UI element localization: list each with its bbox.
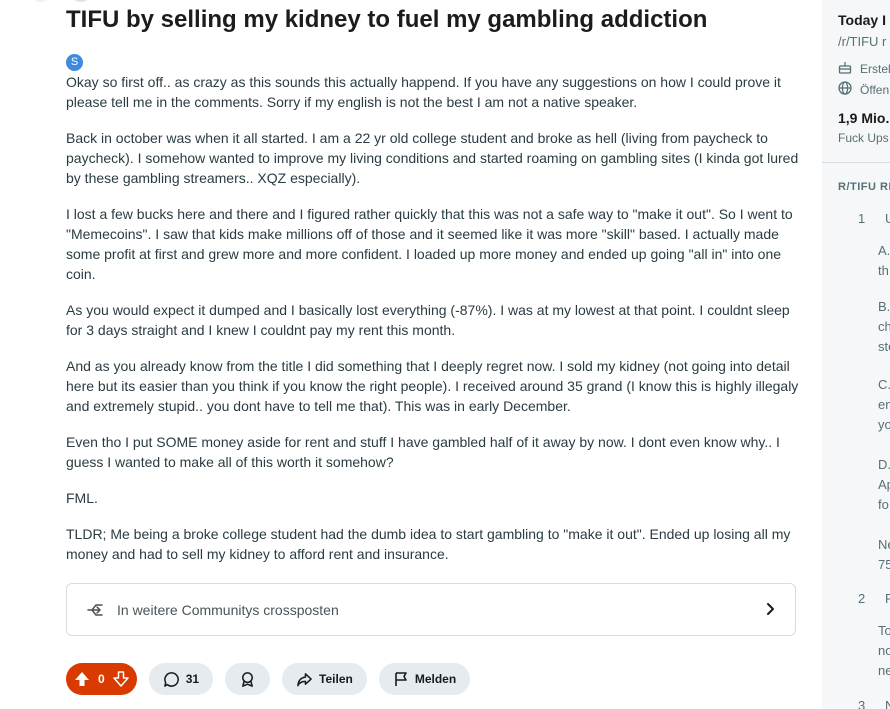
chevron-right-icon: [765, 601, 775, 622]
crosspost-label: In weitere Communitys crossposten: [117, 601, 339, 618]
rule-text: B.: [878, 299, 890, 314]
crosspost-button[interactable]: In weitere Communitys crossposten: [66, 583, 796, 636]
rule-text: Ap: [878, 477, 890, 492]
created-date: Erstel: [860, 61, 890, 76]
comment-count: 31: [185, 672, 200, 686]
flag-icon: [393, 671, 409, 687]
share-icon: [296, 671, 313, 688]
rule-text: fo: [878, 497, 889, 512]
rule-text: ne: [878, 663, 890, 678]
vote-control: 0: [66, 663, 137, 695]
user-flair-badge[interactable]: S: [66, 54, 83, 71]
rule-number: 1: [858, 211, 866, 226]
rule-text: ste: [878, 339, 890, 354]
post-paragraph: And as you already know from the title I…: [66, 358, 799, 414]
upvote-icon[interactable]: [74, 671, 90, 687]
rule-text: en: [878, 397, 890, 412]
post-paragraph: Back in october was when it all started.…: [66, 130, 799, 186]
rule-text: ch: [878, 319, 890, 334]
member-label: Fuck Ups: [838, 131, 889, 145]
globe-icon: [838, 81, 852, 98]
post-title: TIFU by selling my kidney to fuel my gam…: [66, 6, 708, 33]
rule-title[interactable]: U: [885, 211, 890, 226]
comments-button[interactable]: 31: [148, 663, 214, 695]
rule-title[interactable]: N: [885, 698, 890, 709]
report-label: Melden: [414, 672, 457, 686]
rule-number: 3: [858, 698, 866, 709]
community-sidebar: Today I /r/TIFU r Erstel Öffen 1,9 Mio. …: [822, 0, 890, 709]
post-paragraph: FML.: [66, 490, 98, 506]
share-label: Teilen: [319, 672, 353, 686]
post-paragraph: TLDR; Me being a broke college student h…: [66, 526, 791, 562]
post-paragraph: As you would expect it dumped and I basi…: [66, 302, 790, 338]
member-count: 1,9 Mio.: [838, 110, 890, 126]
rules-heading: R/TIFU RE: [838, 181, 890, 193]
rule-number: 2: [858, 591, 866, 606]
rule-text: yo: [878, 417, 890, 432]
rule-text: no: [878, 643, 890, 658]
report-button[interactable]: Melden: [378, 663, 471, 695]
visibility-row: Öffen: [838, 81, 889, 98]
cake-icon: [838, 60, 852, 77]
rule-text: Ne: [878, 537, 890, 552]
post-actions: 0 31 Teilen Melden: [66, 663, 471, 695]
downvote-icon[interactable]: [112, 671, 129, 687]
post-paragraph: Okay so first off.. as crazy as this sou…: [66, 74, 781, 110]
comment-icon: [163, 671, 180, 688]
community-description: /r/TIFU r: [838, 34, 887, 49]
award-button[interactable]: [225, 663, 271, 695]
post-paragraph: I lost a few bucks here and there and I …: [66, 206, 793, 282]
rule-title[interactable]: F: [885, 591, 890, 606]
crosspost-icon: [85, 599, 107, 621]
post-main: TIFU by selling my kidney to fuel my gam…: [0, 0, 822, 709]
rule-text: 75: [878, 557, 890, 572]
share-button[interactable]: Teilen: [282, 663, 367, 695]
created-row: Erstel: [838, 60, 890, 77]
award-icon: [239, 671, 256, 688]
post-paragraph: Even tho I put SOME money aside for rent…: [66, 434, 780, 470]
vote-count: 0: [98, 672, 105, 686]
avatar[interactable]: [30, 0, 52, 2]
post-body: Okay so first off.. as crazy as this sou…: [66, 72, 802, 580]
rule-text: D.: [878, 457, 890, 472]
community-title: Today I: [838, 12, 886, 28]
rule-text: th: [878, 263, 889, 278]
divider: [822, 162, 890, 163]
rule-text: To: [878, 623, 890, 638]
rule-text: C.: [878, 377, 890, 392]
avatar[interactable]: [70, 0, 92, 2]
rule-text: A.: [878, 243, 890, 258]
visibility-label: Öffen: [860, 82, 890, 97]
